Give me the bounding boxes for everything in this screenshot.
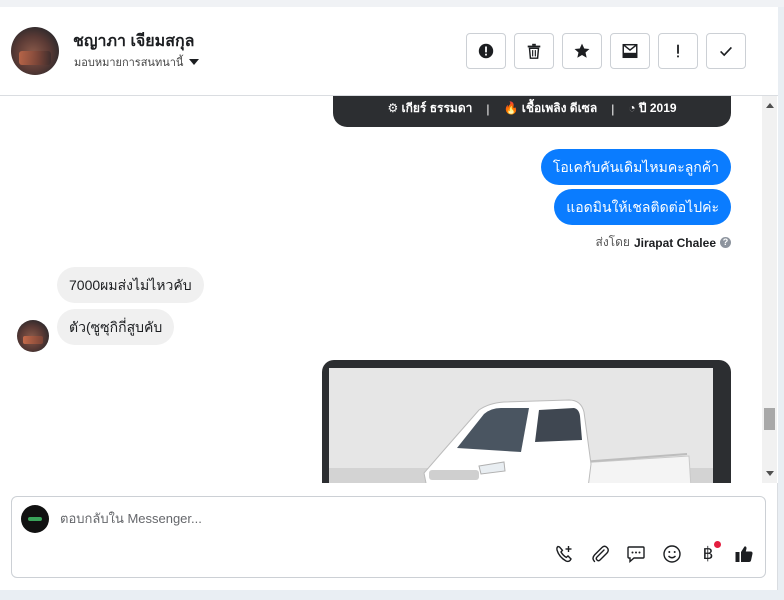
add-call-icon [556, 545, 572, 563]
saved-reply-icon [627, 546, 645, 564]
delete-button[interactable] [514, 33, 554, 69]
customer-avatar-small [17, 320, 49, 352]
sender-name: Jirapat Chalee [633, 235, 716, 250]
spec-separator: | [611, 101, 615, 116]
like-button[interactable] [733, 543, 755, 565]
assign-label: มอบหมายการสนทนานี้ [74, 57, 184, 69]
composer-tools: ฿ [553, 541, 755, 565]
conversation-header: ชญาภา เจียมสกุล มอบหมายการสนทนานี้ [0, 7, 778, 96]
mark-unread-icon [622, 43, 638, 59]
payment-button[interactable]: ฿ [697, 541, 721, 565]
paperclip-icon [592, 545, 609, 563]
attach-button[interactable] [589, 543, 611, 565]
add-call-button[interactable] [553, 543, 575, 565]
emoji-icon [663, 545, 681, 563]
scroll-up-arrow-icon[interactable] [766, 103, 774, 108]
top-strip [0, 0, 784, 7]
mark-unread-button[interactable] [610, 33, 650, 69]
customer-name[interactable]: ชญาภา เจียมสกุล [73, 29, 194, 54]
spam-icon [677, 44, 679, 58]
page-avatar [21, 505, 49, 533]
pickup-truck-image [329, 368, 713, 483]
done-check-icon [720, 46, 732, 57]
outgoing-message[interactable]: โอเคกับคันเดิมไหมคะลูกค้า [540, 149, 731, 185]
customer-avatar[interactable] [11, 27, 59, 75]
caret-down-icon [189, 59, 200, 65]
outgoing-message[interactable]: แอดมินให้เชลติดต่อไปค่ะ [554, 189, 731, 225]
spec-gear: ⚙ เกียร์ ธรรมดา [387, 101, 473, 115]
thumbs-up-icon [735, 546, 753, 562]
spec-year: ◔ ปี 2019 [628, 101, 677, 115]
saved-replies-button[interactable] [625, 543, 647, 565]
scrollbar-thumb[interactable] [764, 408, 775, 430]
vehicle-spec-card: ⚙ เกียร์ ธรรมดา | 🔥 เชื้อเพลิง ดีเซล | ◔… [333, 96, 731, 127]
sent-by-info: ส่งโดย Jirapat Chalee ? [595, 233, 731, 252]
star-button[interactable] [562, 33, 602, 69]
trash-icon [527, 43, 541, 59]
thread-scrollbar[interactable] [762, 96, 777, 483]
mark-done-button[interactable] [706, 33, 746, 69]
emoji-button[interactable] [661, 543, 683, 565]
spam-button[interactable] [658, 33, 698, 69]
spec-separator: | [486, 101, 490, 116]
alert-button[interactable] [466, 33, 506, 69]
help-icon[interactable]: ? [720, 237, 731, 248]
baht-payment-icon: ฿ [702, 544, 714, 564]
scroll-down-arrow-icon[interactable] [766, 471, 774, 476]
reply-input[interactable] [60, 511, 740, 526]
vehicle-photo-card[interactable] [322, 360, 731, 483]
alert-circle-icon [478, 43, 494, 59]
assign-conversation-dropdown[interactable]: มอบหมายการสนทนานี้ [74, 53, 200, 71]
reply-composer: ฿ [11, 496, 766, 578]
notification-dot [714, 541, 721, 548]
header-actions [466, 33, 746, 69]
sent-by-prefix: ส่งโดย [595, 235, 630, 249]
conversation-panel: ชญาภา เจียมสกุล มอบหมายการสนทนานี้ ⚙ เกี… [0, 7, 778, 590]
spec-fuel: 🔥 เชื้อเพลิง ดีเซล [503, 101, 598, 115]
vehicle-photo[interactable] [329, 368, 713, 483]
message-thread: ⚙ เกียร์ ธรรมดา | 🔥 เชื้อเพลิง ดีเซล | ◔… [0, 96, 778, 483]
incoming-message[interactable]: 7000ผมส่งไม่ไหวคับ [57, 267, 204, 303]
star-icon [574, 43, 590, 58]
incoming-message[interactable]: ตัว(ซูซุกิกี่สูบคับ [57, 309, 175, 345]
